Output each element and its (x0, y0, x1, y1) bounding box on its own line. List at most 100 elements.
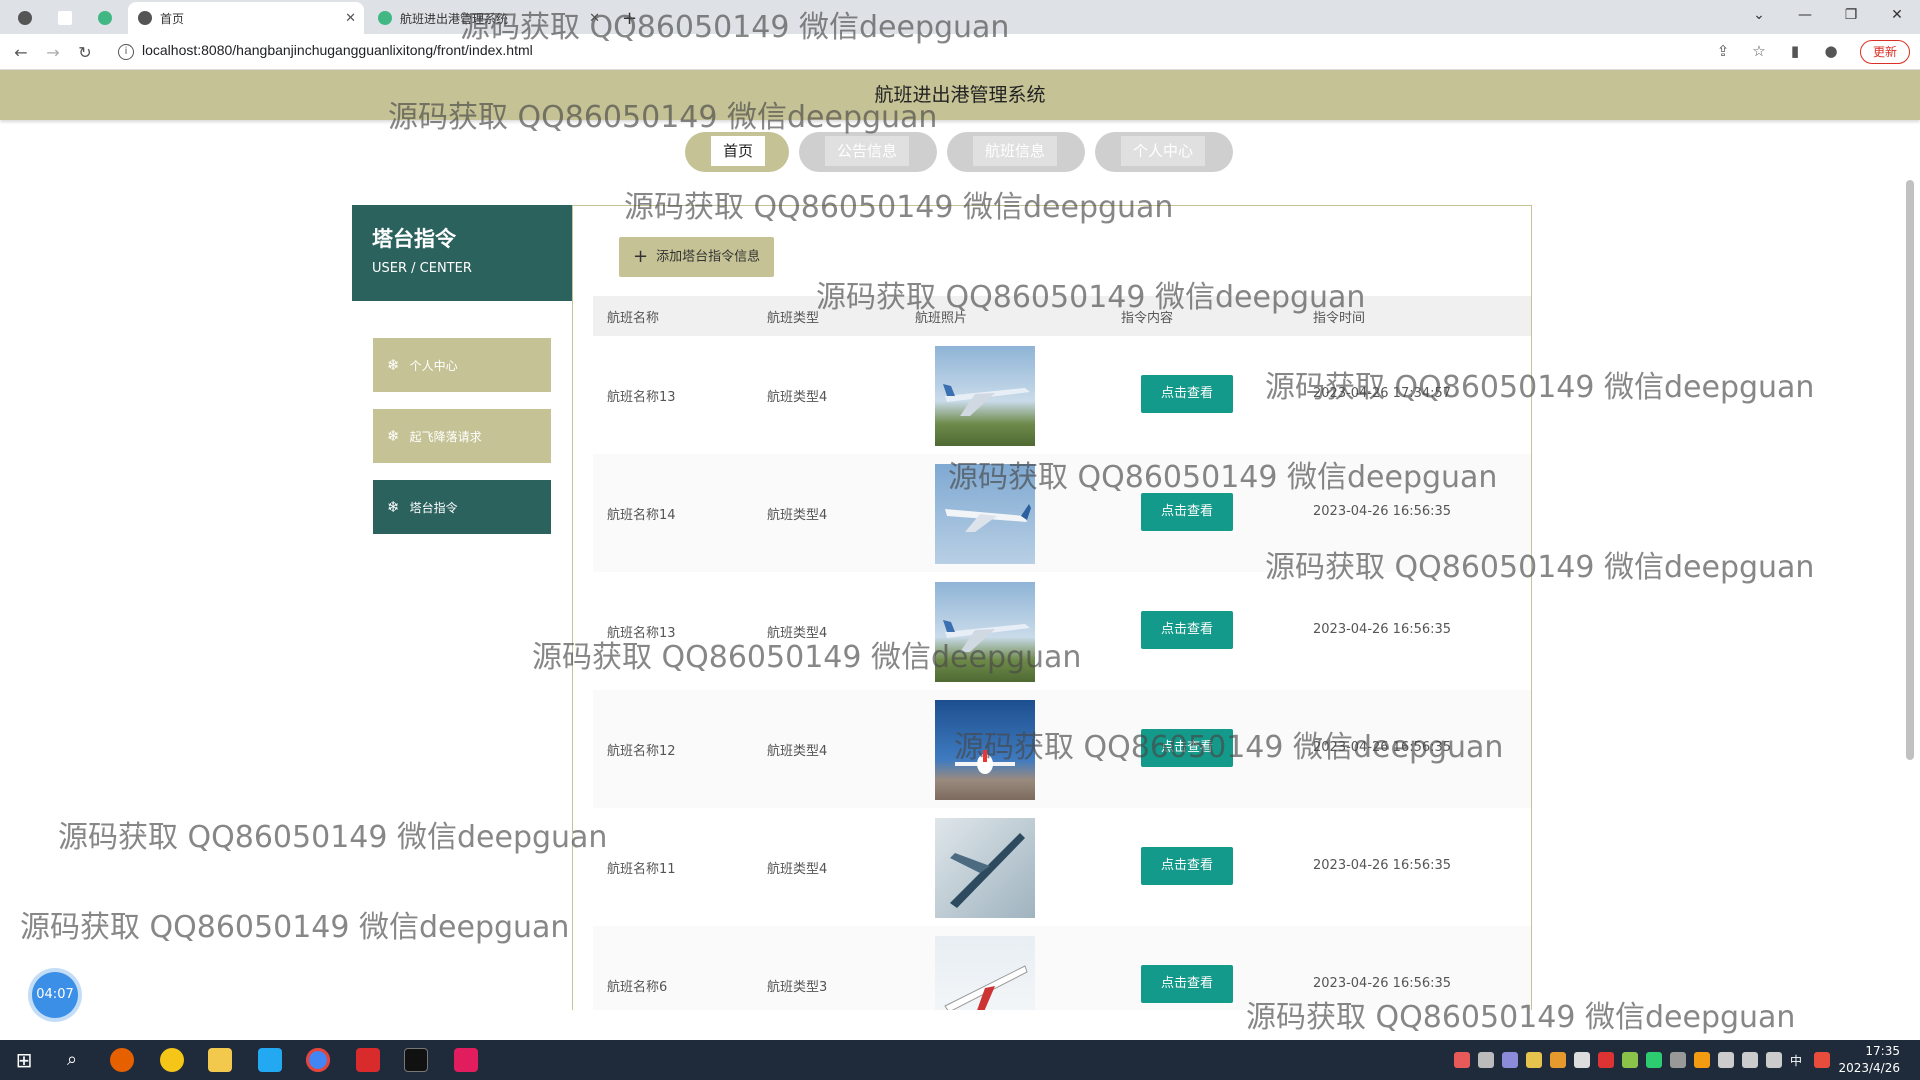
column-header: 指令时间 (1313, 311, 1366, 326)
restore-button[interactable]: ❐ (1828, 0, 1874, 30)
flight-name: 航班名称11 (607, 862, 676, 877)
window-controls: ⌄ — ❐ ✕ (1736, 0, 1920, 30)
windows-start-icon[interactable]: ⊞ (12, 1048, 36, 1072)
tray-icon[interactable] (1622, 1052, 1638, 1068)
tray-icon[interactable] (1502, 1052, 1518, 1068)
tray-icon[interactable] (1550, 1052, 1566, 1068)
new-tab-button[interactable]: + (612, 2, 642, 34)
system-clock[interactable]: 17:35 2023/4/26 (1838, 1043, 1900, 1077)
flight-type: 航班类型4 (767, 744, 828, 759)
pinned-tab[interactable] (88, 2, 122, 34)
profile-icon[interactable]: ● (1822, 42, 1840, 60)
sidebar-item-profile[interactable]: ❄ 个人中心 (373, 338, 551, 392)
minimize-button[interactable]: — (1782, 0, 1828, 30)
table-row: 航班名称13 航班类型4 点击查看 2023-04-26 16:56:35 (593, 572, 1531, 690)
sidebar-item-requests[interactable]: ❄ 起飞降落请求 (373, 409, 551, 463)
wifi-icon[interactable] (1742, 1052, 1758, 1068)
info-icon[interactable]: i (118, 44, 134, 60)
flight-name: 航班名称13 (607, 390, 676, 405)
forward-icon[interactable]: → (42, 42, 64, 64)
taskbar: ⊞ ⌕ 中 17:35 2023/4/26 (0, 1040, 1920, 1080)
reload-icon[interactable]: ↻ (74, 42, 96, 64)
view-button[interactable]: 点击查看 (1141, 847, 1233, 885)
clock-time: 17:35 (1865, 1044, 1900, 1058)
close-window-button[interactable]: ✕ (1874, 0, 1920, 30)
flight-photo (935, 582, 1035, 682)
url-field[interactable]: localhost:8080/hangbanjinchugangguanlixi… (142, 42, 533, 58)
pinned-tab[interactable] (48, 2, 82, 34)
sidebar-item-tower[interactable]: ❄ 塔台指令 (373, 480, 551, 534)
tray-icon[interactable] (1478, 1052, 1494, 1068)
close-icon[interactable]: ✕ (345, 11, 356, 26)
sidebar-item-label: 个人中心 (409, 358, 458, 373)
back-icon[interactable]: ← (10, 42, 32, 64)
tray-icon[interactable] (1454, 1052, 1470, 1068)
update-button[interactable]: 更新 (1859, 40, 1910, 64)
content-panel: + 添加塔台指令信息 航班名称 航班类型 航班照片 指令内容 指令时间 航班名称1… (572, 205, 1532, 1010)
nav-home[interactable]: 首页 (685, 132, 789, 172)
battery-icon[interactable] (1718, 1052, 1734, 1068)
tray-icon[interactable] (1574, 1052, 1590, 1068)
main-nav: 首页 公告信息 航班信息 个人中心 (685, 132, 1233, 172)
flight-type: 航班类型4 (767, 390, 828, 405)
add-tower-instruction-button[interactable]: + 添加塔台指令信息 (619, 237, 775, 277)
search-icon[interactable]: ⌕ (60, 1048, 84, 1072)
add-button-label: 添加塔台指令信息 (656, 249, 761, 265)
snowflake-icon: ❄ (387, 356, 400, 374)
view-button[interactable]: 点击查看 (1141, 611, 1233, 649)
intellij-icon[interactable] (454, 1048, 478, 1072)
app-icon[interactable] (160, 1048, 184, 1072)
vue-icon (98, 11, 112, 25)
instruction-time: 2023-04-26 16:56:35 (1313, 858, 1452, 873)
snowflake-icon: ❄ (387, 427, 400, 445)
flight-photo (935, 818, 1035, 918)
nav-label: 航班信息 (973, 136, 1058, 166)
flight-type: 航班类型4 (767, 862, 828, 877)
vscode-icon[interactable] (258, 1048, 282, 1072)
nav-announcements[interactable]: 公告信息 (799, 132, 937, 172)
tab-home[interactable]: 首页 ✕ (128, 2, 364, 34)
instruction-time: 2023-04-26 16:56:35 (1313, 504, 1452, 519)
firefox-icon[interactable] (110, 1048, 134, 1072)
view-button[interactable]: 点击查看 (1141, 965, 1233, 1003)
wps-icon[interactable] (356, 1048, 380, 1072)
file-explorer-icon[interactable] (208, 1048, 232, 1072)
recording-timer[interactable]: 04:07 (32, 972, 78, 1018)
tray-icon[interactable] (1598, 1052, 1614, 1068)
tab-system[interactable]: 航班进出港管理系统 ✕ (368, 2, 608, 34)
star-icon[interactable]: ☆ (1750, 42, 1768, 60)
chrome-icon[interactable] (306, 1048, 330, 1072)
clock-date: 2023/4/26 (1838, 1061, 1900, 1075)
view-button[interactable]: 点击查看 (1141, 375, 1233, 413)
tray-icon[interactable] (1694, 1052, 1710, 1068)
nav-profile[interactable]: 个人中心 (1095, 132, 1233, 172)
flight-photo (935, 464, 1035, 564)
view-button[interactable]: 点击查看 (1141, 729, 1233, 767)
scrollbar-thumb[interactable] (1906, 180, 1914, 760)
tray-icon[interactable] (1526, 1052, 1542, 1068)
pinned-tab[interactable] (8, 2, 42, 34)
flight-name: 航班名称13 (607, 626, 676, 641)
nav-flights[interactable]: 航班信息 (947, 132, 1085, 172)
tray-icon[interactable] (1814, 1052, 1830, 1068)
table-header: 航班名称 航班类型 航班照片 指令内容 指令时间 (593, 296, 1531, 336)
page-icon (58, 11, 72, 25)
terminal-icon[interactable] (404, 1048, 428, 1072)
close-icon[interactable]: ✕ (589, 11, 600, 26)
ime-icon[interactable]: 中 (1790, 1052, 1806, 1068)
sidebar-item-label: 起飞降落请求 (409, 429, 482, 444)
globe-icon (138, 11, 152, 25)
address-bar: ← → ↻ i localhost:8080/hangbanjinchugang… (0, 34, 1920, 70)
volume-icon[interactable] (1766, 1052, 1782, 1068)
page-scrollbar[interactable] (1904, 180, 1916, 1010)
sidebar-icon[interactable]: ▮ (1786, 42, 1804, 60)
flight-photo (935, 700, 1035, 800)
table-row: 航班名称13 航班类型4 点击查看 2023-04-26 17:34:57 (593, 336, 1531, 454)
wechat-icon[interactable] (1646, 1052, 1662, 1068)
tray-icon[interactable] (1670, 1052, 1686, 1068)
view-button[interactable]: 点击查看 (1141, 493, 1233, 531)
sidebar-item-label: 塔台指令 (409, 500, 458, 515)
chevron-down-icon[interactable]: ⌄ (1736, 0, 1782, 30)
column-header: 航班名称 (607, 311, 660, 326)
share-icon[interactable]: ⇪ (1714, 42, 1732, 60)
